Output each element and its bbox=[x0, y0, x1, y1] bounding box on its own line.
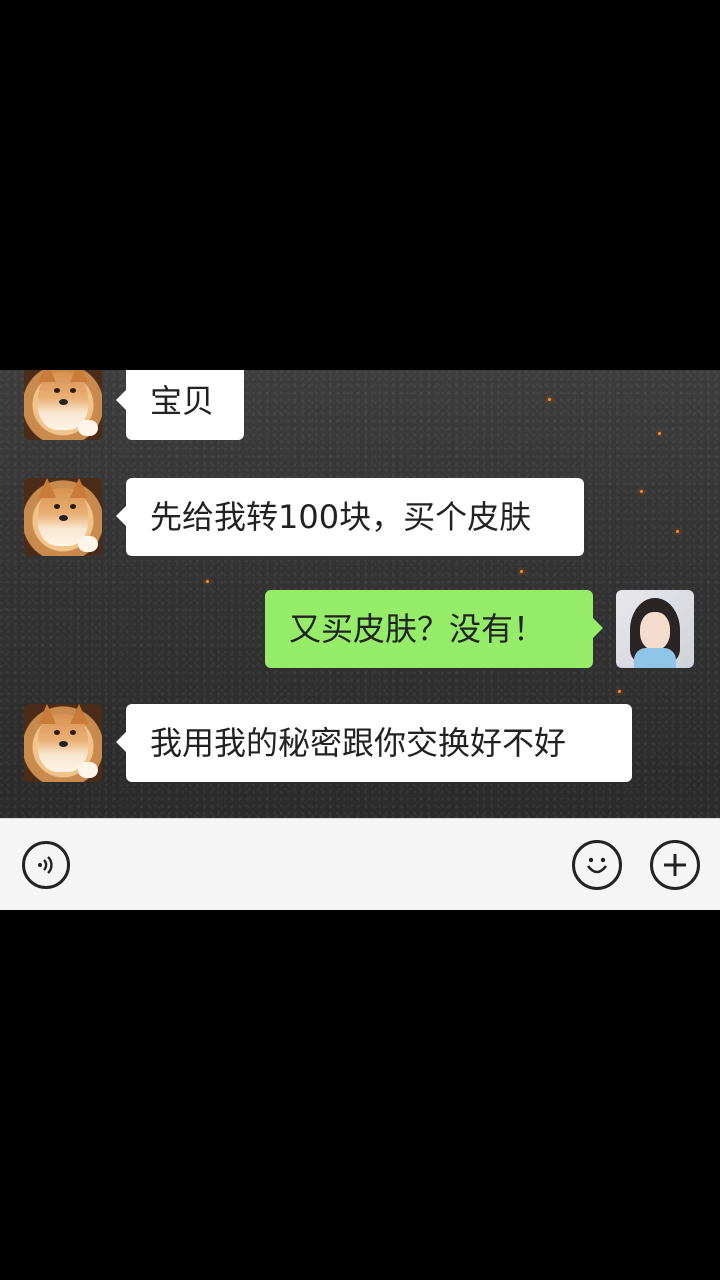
plus-icon[interactable] bbox=[650, 840, 700, 890]
plus-icon-graphic bbox=[664, 854, 686, 876]
chat-area[interactable]: 宝贝 先给我转100块，买个皮肤 又买皮肤？没有！ 我用我的秘密跟你交换好不好 bbox=[0, 370, 720, 818]
top-black-band bbox=[0, 0, 720, 370]
spark-decoration bbox=[206, 580, 209, 583]
message-bubble[interactable]: 我用我的秘密跟你交换好不好 bbox=[116, 704, 632, 782]
message-bubble-self[interactable]: 又买皮肤？没有！ bbox=[265, 590, 603, 668]
message-bubble[interactable]: 宝贝 bbox=[116, 370, 244, 440]
spark-decoration bbox=[676, 530, 679, 533]
shiba-dog-avatar[interactable] bbox=[24, 478, 102, 556]
spark-decoration bbox=[520, 570, 523, 573]
emoji-icon-graphic bbox=[586, 857, 608, 874]
spark-decoration bbox=[658, 432, 661, 435]
input-bar bbox=[0, 818, 720, 911]
message-bubble[interactable]: 先给我转100块，买个皮肤 bbox=[116, 478, 584, 556]
spark-decoration bbox=[618, 690, 621, 693]
bottom-black-band bbox=[0, 910, 720, 1280]
voice-icon-graphic bbox=[38, 856, 53, 874]
spark-decoration bbox=[640, 490, 643, 493]
shiba-dog-avatar[interactable] bbox=[24, 370, 102, 440]
anime-girl-avatar[interactable] bbox=[616, 590, 694, 668]
emoji-icon[interactable] bbox=[572, 840, 622, 890]
voice-icon[interactable] bbox=[22, 841, 70, 889]
shiba-dog-avatar[interactable] bbox=[24, 704, 102, 782]
spark-decoration bbox=[548, 398, 551, 401]
